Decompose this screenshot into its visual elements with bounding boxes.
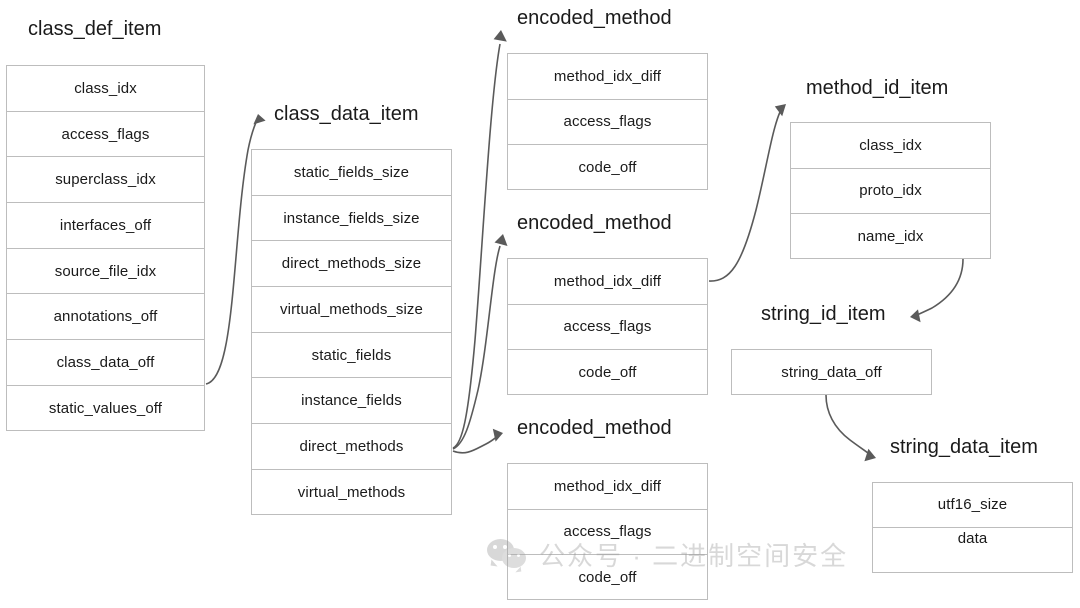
field-static-values-off: static_values_off	[48, 400, 163, 418]
field-virtual-methods: virtual_methods	[297, 484, 406, 502]
title-encoded-method-2: encoded_method	[517, 212, 672, 234]
field-interfaces-off: interfaces_off	[7, 203, 204, 249]
field-data: data	[957, 529, 988, 547]
edge-direct-methods-to-encoded-method-3	[452, 428, 503, 454]
struct-encoded-method-3: method_idx_diff access_flags code_off	[507, 463, 708, 600]
field-method-idx-diff: method_idx_diff	[508, 464, 707, 510]
field-access-flags: access_flags	[508, 100, 707, 146]
field-code-off: code_off	[578, 569, 637, 587]
field-method-idx-diff: method_idx_diff	[508, 259, 707, 305]
struct-class-data-item: static_fields_size instance_fields_size …	[251, 149, 452, 515]
title-encoded-method-1: encoded_method	[517, 7, 672, 29]
edge-name-idx-to-string-id-item	[910, 258, 964, 323]
field-class-data-off: class_data_off	[7, 340, 204, 386]
struct-encoded-method-1: method_idx_diff access_flags code_off	[507, 53, 708, 190]
title-string-id-item: string_id_item	[761, 303, 886, 325]
field-superclass-idx: superclass_idx	[7, 157, 204, 204]
field-access-flags: access_flags	[508, 510, 707, 556]
field-code-off: code_off	[578, 159, 637, 177]
field-proto-idx: proto_idx	[791, 169, 990, 215]
field-virtual-methods-size: virtual_methods_size	[252, 287, 451, 333]
field-access-flags: access_flags	[508, 305, 707, 351]
title-encoded-method-3: encoded_method	[517, 417, 672, 439]
field-instance-fields: instance_fields	[252, 378, 451, 425]
field-static-fields-size: static_fields_size	[252, 150, 451, 196]
struct-class-def-item: class_idx access_flags superclass_idx in…	[6, 65, 205, 431]
field-annotations-off: annotations_off	[7, 294, 204, 341]
edge-string-data-off-to-string-data-item	[825, 394, 876, 462]
edge-direct-methods-to-encoded-method-1	[452, 30, 507, 449]
struct-string-data-item: utf16_size data	[872, 482, 1073, 573]
title-method-id-item: method_id_item	[806, 77, 949, 99]
field-method-idx-diff: method_idx_diff	[508, 54, 707, 100]
field-direct-methods: direct_methods	[252, 424, 451, 470]
field-utf16-size: utf16_size	[873, 483, 1072, 528]
field-string-data-off: string_data_off	[781, 363, 882, 381]
edge-method-idx-diff-to-method-id-item	[708, 104, 786, 282]
field-class-idx: class_idx	[7, 66, 204, 112]
struct-encoded-method-2: method_idx_diff access_flags code_off	[507, 258, 708, 395]
edge-direct-methods-to-encoded-method-2	[452, 234, 508, 450]
field-source-file-idx: source_file_idx	[7, 249, 204, 295]
field-code-off: code_off	[578, 364, 637, 382]
title-class-data-item: class_data_item	[274, 103, 419, 125]
field-static-fields: static_fields	[252, 333, 451, 379]
struct-string-id-item: string_data_off	[731, 349, 932, 395]
field-instance-fields-size: instance_fields_size	[252, 196, 451, 242]
field-class-idx: class_idx	[791, 123, 990, 169]
field-access-flags: access_flags	[7, 112, 204, 158]
title-string-data-item: string_data_item	[890, 436, 1038, 458]
field-direct-methods-size: direct_methods_size	[252, 241, 451, 288]
struct-method-id-item: class_idx proto_idx name_idx	[790, 122, 991, 259]
title-class-def-item: class_def_item	[28, 18, 162, 40]
field-name-idx: name_idx	[857, 228, 924, 246]
diagram-canvas: class_def_item class_idx access_flags su…	[0, 0, 1080, 608]
